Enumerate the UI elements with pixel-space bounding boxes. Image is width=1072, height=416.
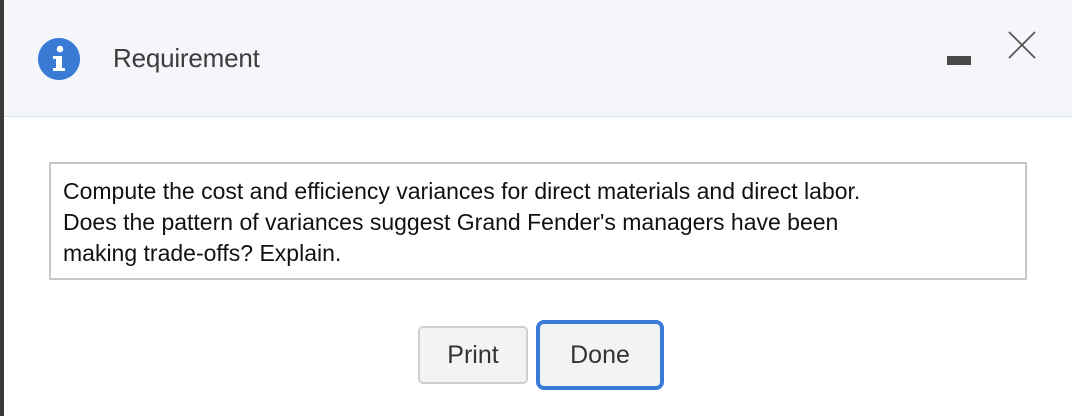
close-button[interactable] <box>1003 26 1041 64</box>
close-icon <box>1008 31 1036 59</box>
info-icon <box>38 38 80 80</box>
requirement-text-line: Compute the cost and efficiency variance… <box>63 178 861 204</box>
print-button[interactable]: Print <box>418 326 528 384</box>
requirement-dialog: Requirement Compute the cost and efficie… <box>0 0 1072 416</box>
done-button[interactable]: Done <box>536 320 664 390</box>
dialog-title: Requirement <box>113 43 260 73</box>
requirement-text-box: Compute the cost and efficiency variance… <box>49 162 1027 280</box>
dialog-titlebar: Requirement <box>4 0 1072 117</box>
requirement-text-line: making trade-offs? Explain. <box>63 240 342 266</box>
minimize-icon <box>947 56 971 65</box>
requirement-text-line: Does the pattern of variances suggest Gr… <box>63 209 839 235</box>
minimize-button[interactable] <box>941 44 977 74</box>
